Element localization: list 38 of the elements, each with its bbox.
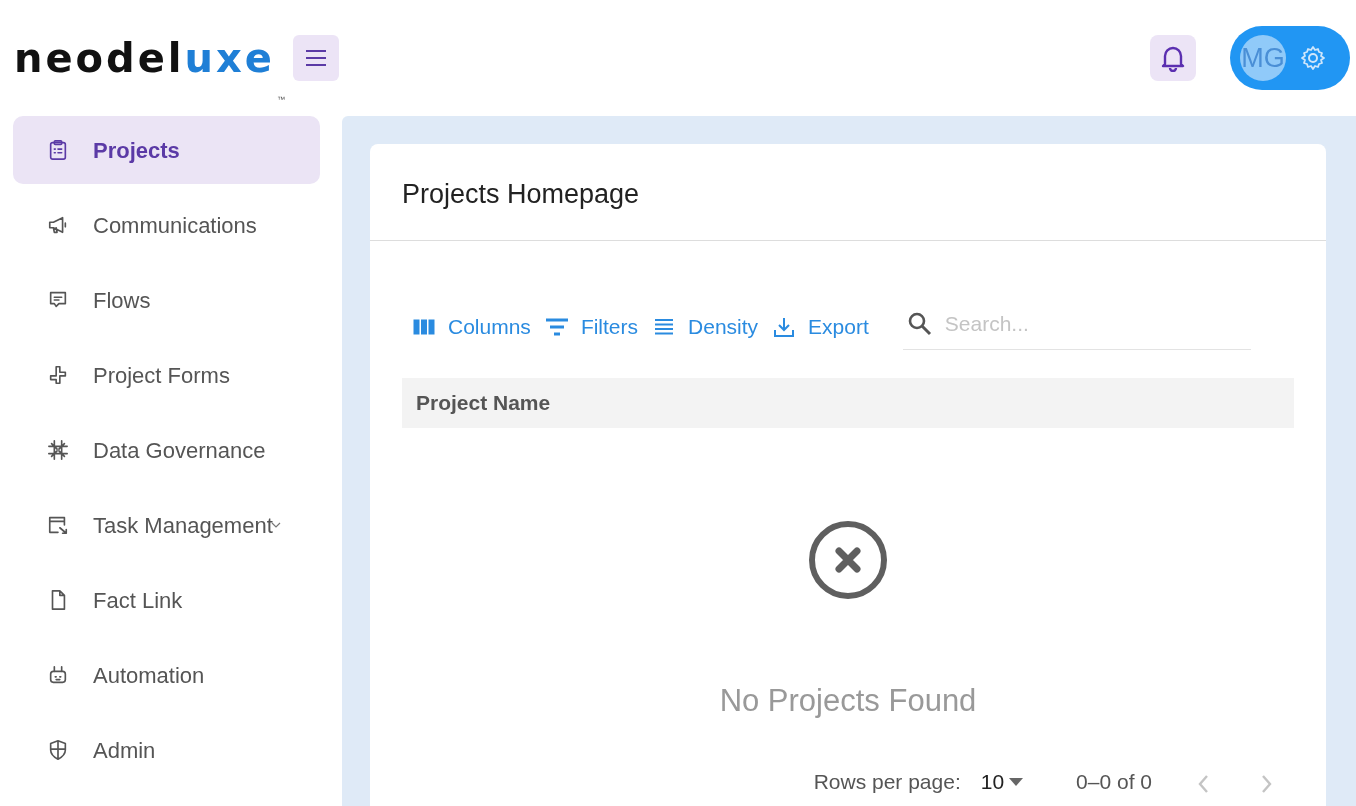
notifications-button[interactable] xyxy=(1150,35,1196,81)
search-icon xyxy=(906,311,933,338)
sidebar-item[interactable]: Automation xyxy=(13,641,320,709)
toolbar-button[interactable]: Export xyxy=(772,310,869,343)
shield-icon xyxy=(47,739,69,761)
puzzle-icon xyxy=(47,364,69,386)
clipboard-icon xyxy=(47,139,69,161)
toolbar-button[interactable]: Columns xyxy=(412,310,531,343)
sidebar-item[interactable]: Admin xyxy=(13,716,320,784)
caret-icon xyxy=(1008,777,1025,788)
card-title: Projects Homepage xyxy=(370,144,1326,242)
user-avatar: MG xyxy=(1240,35,1286,81)
bell-icon xyxy=(1160,44,1186,72)
sidebar-item[interactable]: Flows xyxy=(13,266,320,334)
page-range: 0–0 of 0 xyxy=(1076,769,1152,796)
sidebar-item[interactable]: Project Forms xyxy=(13,341,320,409)
sidebar-item[interactable]: Data Governance xyxy=(13,416,320,484)
grid-icon xyxy=(47,439,69,461)
logo-text: neodel xyxy=(14,38,185,78)
toolbar-button[interactable]: Filters xyxy=(544,310,639,343)
sidebar-item[interactable]: Communications xyxy=(13,191,320,259)
sidebar-item[interactable]: Task Management xyxy=(13,491,320,559)
menu-button[interactable] xyxy=(292,35,339,81)
robot-icon xyxy=(47,664,69,686)
rows-per-page-select[interactable]: 10 xyxy=(980,766,1025,798)
sidebar-item[interactable]: Fact Link xyxy=(13,566,320,634)
trademark: ™ xyxy=(276,94,285,106)
logo-text: uxe xyxy=(184,38,275,78)
column-header: Project Name xyxy=(416,390,551,417)
rows-per-page-label: Rows per page: xyxy=(813,769,961,796)
empty-message: No Projects Found xyxy=(719,681,977,720)
no-results-icon xyxy=(808,519,888,600)
megaphone-icon xyxy=(47,214,69,236)
window-arrow-icon xyxy=(47,514,69,536)
menu-icon xyxy=(304,49,327,67)
settings-icon xyxy=(1300,45,1326,71)
toolbar-button[interactable]: Density xyxy=(652,310,759,343)
sidebar-item[interactable]: Projects xyxy=(13,116,320,184)
